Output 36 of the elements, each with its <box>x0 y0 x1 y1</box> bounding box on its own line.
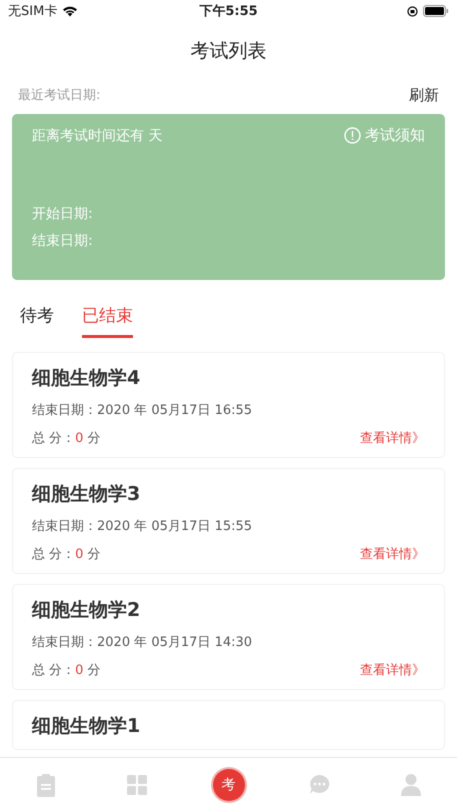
exam-name: 细胞生物学3 <box>32 482 142 507</box>
end-date-label: 结束日期: <box>32 232 94 251</box>
exam-name: 细胞生物学2 <box>32 598 142 623</box>
exam-name: 细胞生物学4 <box>32 366 142 391</box>
page-title: 考试列表 <box>190 39 268 64</box>
start-date-label: 开始日期: <box>32 205 94 224</box>
exam-card[interactable]: 细胞生物学4 结束日期：2020 年 05月17日 16:55 总 分：0 分 查看详情》 <box>12 352 445 458</box>
details-link[interactable]: 查看详情》 <box>360 429 425 447</box>
end-date-text: 结束日期：2020 年 05月17日 15:55 <box>32 518 254 535</box>
refresh-button[interactable]: 刷新 <box>409 86 439 104</box>
clipboard-icon[interactable] <box>36 773 55 797</box>
exam-tab-button[interactable]: 考 <box>212 769 245 801</box>
score-text: 总 分：0 分 <box>32 430 101 447</box>
score-text: 总 分：0 分 <box>32 662 101 679</box>
info-icon <box>344 127 361 144</box>
carrier-text: 无SIM卡 <box>8 3 58 20</box>
details-link[interactable]: 查看详情》 <box>360 661 425 679</box>
end-date-text: 结束日期：2020 年 05月17日 14:30 <box>32 634 254 651</box>
details-link[interactable]: 查看详情》 <box>360 545 425 563</box>
rotation-lock-icon <box>407 6 418 16</box>
tab[interactable]: 待考 <box>20 304 54 338</box>
exam-card[interactable]: 细胞生物学2 结束日期：2020 年 05月17日 14:30 总 分：0 分 查看详情》 <box>12 584 445 690</box>
wifi-icon <box>62 5 78 17</box>
grid-icon[interactable] <box>127 775 148 795</box>
tab[interactable]: 已结束 <box>82 304 133 338</box>
score-text: 总 分：0 分 <box>32 546 101 563</box>
exam-card[interactable]: 细胞生物学1 <box>12 700 445 750</box>
clock-time: 下午5:55 <box>199 3 258 20</box>
chat-icon[interactable] <box>309 775 330 795</box>
countdown-text: 距离考试时间还有 天 <box>32 126 162 144</box>
person-icon[interactable] <box>401 774 422 796</box>
battery-icon <box>423 5 449 17</box>
recent-date-label: 最近考试日期: <box>18 87 100 104</box>
end-date-text: 结束日期：2020 年 05月17日 16:55 <box>32 402 254 419</box>
exam-name: 细胞生物学1 <box>32 714 142 739</box>
exam-card[interactable]: 细胞生物学3 结束日期：2020 年 05月17日 15:55 总 分：0 分 查看详情》 <box>12 468 445 574</box>
